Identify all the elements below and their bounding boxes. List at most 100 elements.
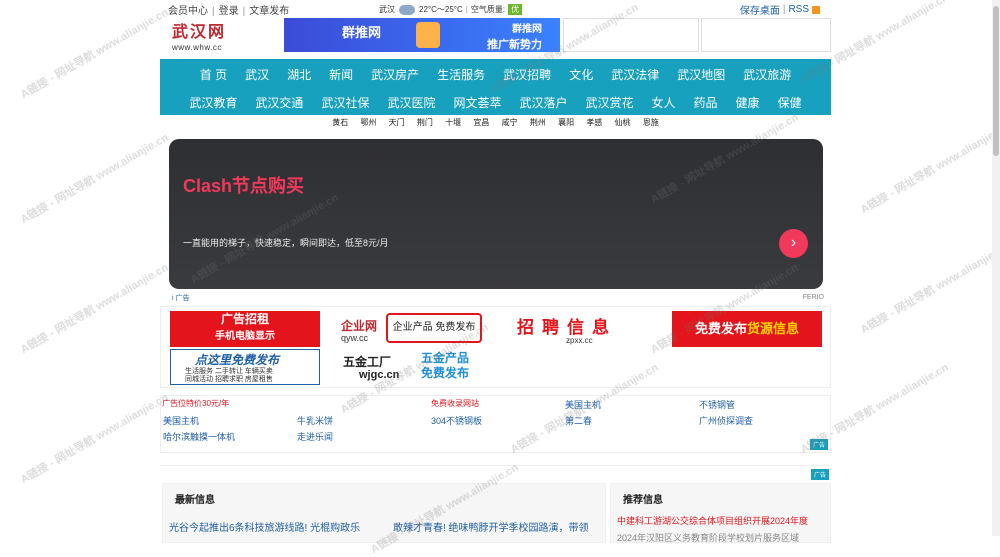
ad-qyw[interactable]: 企业网 qyw.cc 企业产品 免费发布 xyxy=(341,311,486,347)
nav-item[interactable]: 网文荟萃 xyxy=(444,94,510,111)
nav-item[interactable]: 保健 xyxy=(769,94,811,111)
ad-text: 生活服务 二手转让 车辆买卖 同城活动 招聘求职 房屋租售 xyxy=(185,368,273,384)
nav-item[interactable]: 武汉赏花 xyxy=(577,94,643,111)
top-links: 会员中心 | 登录 | 文章发布 xyxy=(168,6,290,17)
city-link[interactable]: 黄石 xyxy=(332,118,348,127)
nav-item[interactable]: 武汉落户 xyxy=(510,94,576,111)
ad-supply-info[interactable]: 免费发布货源信息 xyxy=(672,311,822,347)
ad-grid: 广告招租 手机电脑显示 企业网 qyw.cc 企业产品 免费发布 招聘信息 zp… xyxy=(160,306,831,388)
nav-item[interactable]: 武汉招聘 xyxy=(494,66,560,83)
news-item[interactable]: 光谷今起推出6条科技旅游线路! 光棍购政乐 xyxy=(169,519,360,534)
text-link[interactable]: 广告位特价30元/年 xyxy=(162,398,229,409)
watermark: A链接 - 网址导航 www.alianjie.cn xyxy=(18,261,171,357)
site-logo[interactable]: 武汉网 www.whw.cc xyxy=(172,18,236,52)
banner-line2: 推广新势力 xyxy=(487,39,542,51)
text-link[interactable]: 免费收录网站 xyxy=(431,398,479,409)
nav-item[interactable]: 药品 xyxy=(685,94,727,111)
logo-sub: www.whw.cc xyxy=(172,43,222,52)
banner-line1: 群推网 xyxy=(512,24,542,35)
nav-item[interactable]: 武汉地图 xyxy=(668,66,734,83)
latest-info-panel: 最新信息 光谷今起推出6条科技旅游线路! 光棍购政乐 敢辣才青春! 绝味鸭脖开学… xyxy=(162,483,606,543)
ad-text-line: 五金产品 xyxy=(421,351,470,365)
ad-text: 手机电脑显示 xyxy=(215,331,275,342)
ad-label-badge: 广告 xyxy=(809,439,828,450)
text-link[interactable]: 哈尔滨触摸一体机 xyxy=(163,430,235,443)
login-link[interactable]: 登录 xyxy=(219,6,239,17)
panel-title: 推荐信息 xyxy=(623,495,663,506)
nav-item[interactable]: 武汉旅游 xyxy=(734,66,800,83)
city-link[interactable]: 孝感 xyxy=(586,118,602,127)
save-desktop-link[interactable]: 保存桌面 xyxy=(740,2,780,17)
text-link[interactable]: 第二春 xyxy=(565,414,592,427)
weather-temp: 22°C～25°C xyxy=(419,5,463,14)
text-link[interactable]: 广州侦探调查 xyxy=(699,414,753,427)
nav-item[interactable]: 武汉社保 xyxy=(312,94,378,111)
nav-item[interactable]: 女人 xyxy=(643,94,685,111)
nav-item[interactable]: 健康 xyxy=(727,94,769,111)
news-item[interactable]: 中建科工游湖公交综合体项目组织开展2024年度 xyxy=(617,514,808,527)
nav-item[interactable]: 武汉房产 xyxy=(362,66,428,83)
banner-figure-icon xyxy=(416,22,440,48)
nav-item[interactable]: 文化 xyxy=(560,66,602,83)
city-link[interactable]: 宜昌 xyxy=(473,118,489,127)
news-item[interactable]: 2024年汉阳区义务教育阶段学校划片服务区域 xyxy=(617,531,799,544)
ad-text: qyw.cc xyxy=(341,333,369,343)
city-links: 黄石 鄂州 天门 荆门 十堰 宜昌 咸宁 荆州 襄阳 孝感 仙桃 恩施 xyxy=(160,117,831,132)
cloud-icon xyxy=(399,4,415,15)
nav-item[interactable]: 武汉教育 xyxy=(180,94,246,111)
nav-item[interactable]: 武汉法律 xyxy=(602,66,668,83)
ad-zpxx[interactable]: 招聘信息 zpxx.cc xyxy=(511,311,661,347)
nav-item[interactable]: 湖北 xyxy=(278,66,320,83)
city-link[interactable]: 咸宁 xyxy=(502,118,518,127)
city-link[interactable]: 十堰 xyxy=(445,118,461,127)
text-link[interactable]: 不锈钢管 xyxy=(699,398,735,411)
city-link[interactable]: 襄阳 xyxy=(558,118,574,127)
nav-item[interactable]: 新闻 xyxy=(320,66,362,83)
city-link[interactable]: 荆门 xyxy=(417,118,433,127)
logo-title: 武汉网 xyxy=(172,22,227,41)
chevron-right-icon[interactable]: › xyxy=(779,229,808,258)
rss-icon[interactable] xyxy=(812,5,820,14)
panel-title: 最新信息 xyxy=(175,495,215,506)
city-link[interactable]: 天门 xyxy=(389,118,405,127)
news-item[interactable]: 敢辣才青春! 绝味鸭脖开学季校园路演，带领 xyxy=(393,519,589,534)
top-bar: 会员中心 | 登录 | 文章发布 武汉 22°C～25°C | 空气质量: 优 保存桌面… xyxy=(168,0,828,17)
ad-wjgc[interactable]: 五金工厂 wjgc.cn 五金产品 免费发布 xyxy=(341,349,486,385)
weather-widget: 武汉 22°C～25°C | 空气质量: 优 xyxy=(379,4,523,15)
ad-text: 企业产品 免费发布 xyxy=(386,313,482,343)
text-link[interactable]: 走进乐闻 xyxy=(297,430,333,443)
ad-text: 五金工厂 xyxy=(343,355,392,369)
ad-text-line: 同城活动 招聘求职 房屋租售 xyxy=(185,376,273,383)
post-article-link[interactable]: 文章发布 xyxy=(249,6,289,17)
header-banner-ad[interactable]: 群推网 群推网 推广新势力 xyxy=(284,18,560,52)
ad-rent-banner[interactable]: 广告招租 手机电脑显示 xyxy=(170,311,320,347)
clash-ad-card[interactable]: Clash节点购买 一直能用的梯子，快速稳定，瞬间即达，低至8元/月 › xyxy=(169,139,823,289)
nav-item[interactable]: 武汉医院 xyxy=(378,94,444,111)
weather-city: 武汉 xyxy=(379,5,395,14)
scrollbar-thumb[interactable] xyxy=(993,6,999,156)
page-scrollbar[interactable] xyxy=(992,0,1000,536)
header-ad-placeholder-2[interactable] xyxy=(701,18,831,52)
text-link[interactable]: 304不锈钢板 xyxy=(431,414,482,427)
nav-item[interactable]: 首 页 xyxy=(191,66,236,83)
watermark: A链接 - 网址导航 www.alianjie.cn xyxy=(18,6,171,102)
member-center-link[interactable]: 会员中心 xyxy=(168,6,208,17)
city-link[interactable]: 恩施 xyxy=(643,118,659,127)
ad-text: 企业网 xyxy=(341,319,378,333)
watermark: A链接 - 网址导航 www.alianjie.cn xyxy=(18,131,171,227)
nav-item[interactable]: 生活服务 xyxy=(428,66,494,83)
city-link[interactable]: 荆州 xyxy=(530,118,546,127)
empty-ad-slot: 广告 xyxy=(160,465,831,480)
watermark: A链接 - 网址导航 www.alianjie.cn xyxy=(18,391,171,487)
nav-item[interactable]: 武汉交通 xyxy=(246,94,312,111)
city-link[interactable]: 鄂州 xyxy=(360,118,376,127)
text-link[interactable]: 牛乳米饼 xyxy=(297,414,333,427)
header-ad-placeholder-1[interactable] xyxy=(563,18,699,52)
nav-item[interactable]: 武汉 xyxy=(236,66,278,83)
rss-link[interactable]: RSS xyxy=(788,4,809,15)
ad-free-post[interactable]: 点这里免费发布 生活服务 二手转让 车辆买卖 同城活动 招聘求职 房屋租售 xyxy=(170,349,320,385)
text-link[interactable]: 美国主机 xyxy=(163,414,199,427)
text-link[interactable]: 美国主机 xyxy=(565,398,601,411)
ad-info-icon[interactable]: i 广告 xyxy=(172,293,190,303)
city-link[interactable]: 仙桃 xyxy=(615,118,631,127)
